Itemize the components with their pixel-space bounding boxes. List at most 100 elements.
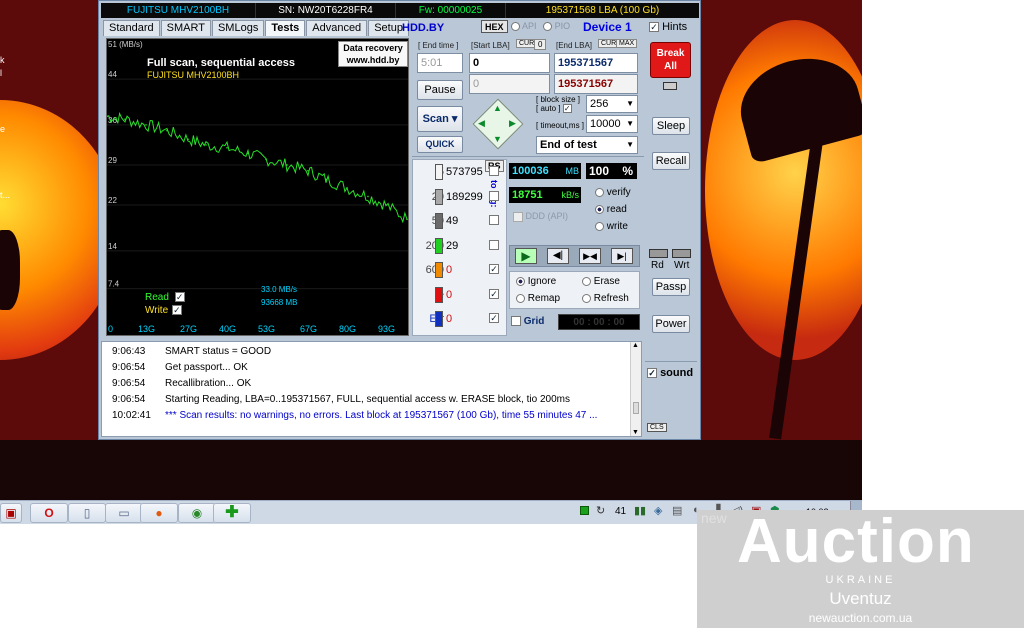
auction-watermark: new Auction UKRAINE Uventuz newauction.c… [697, 507, 1024, 628]
x-tick-label: 27G [180, 324, 197, 334]
read-option[interactable]: read [595, 204, 627, 215]
firefox-icon[interactable]: ● [140, 503, 178, 523]
legend-row: 5049 [413, 211, 508, 233]
grid-option[interactable]: Grid [511, 316, 544, 327]
desktop-icon-label[interactable]: l [0, 68, 2, 78]
read-speed-line [107, 111, 408, 224]
skip-end-icon[interactable]: ▶| [611, 248, 633, 264]
device-selector[interactable]: Device 1 [583, 20, 632, 34]
desktop-icon-label[interactable]: t... [0, 190, 10, 200]
tab-tests[interactable]: Tests [265, 20, 306, 36]
tray-sync-icon[interactable]: ↻ [596, 504, 605, 517]
legend-row: 20029 [413, 236, 508, 258]
quick-button[interactable]: QUICK [417, 136, 463, 153]
pause-button[interactable]: Pause [417, 80, 463, 100]
event-log: 9:06:43 SMART status = GOOD 9:06:54 Get pas… [101, 341, 642, 437]
log-entry: 10:02:41 *** Scan results: no warnings, n… [102, 408, 627, 424]
app-icon[interactable]: ▣ [0, 503, 22, 523]
erase-option[interactable]: Erase [582, 276, 620, 287]
graph-position-readout: 93668 MB [261, 298, 298, 307]
tab-smart[interactable]: SMART [160, 20, 211, 36]
chevron-down-icon: ▼ [626, 140, 634, 149]
end-lba-label: [End LBA] [556, 41, 593, 50]
end-time-label: [ End time ] [418, 41, 459, 50]
ddd-option[interactable]: DDD (API) [513, 211, 568, 222]
break-all-button[interactable]: Break All [650, 42, 691, 78]
read-checkbox[interactable]: ✓ [174, 292, 185, 303]
end-max-button[interactable]: MAX [616, 39, 638, 48]
y-tick-label: 29 [108, 156, 117, 165]
data-recovery-badge[interactable]: Data recovery www.hdd.by [338, 41, 408, 67]
ignore-option[interactable]: Ignore [516, 276, 556, 287]
play-icon[interactable]: ▶ [515, 248, 537, 264]
hints-checkbox[interactable]: ✓ [649, 22, 659, 33]
log-checkbox[interactable] [489, 190, 499, 201]
arrow-up-icon[interactable]: ▲ [493, 103, 502, 113]
tray-shield-icon[interactable]: ◈ [654, 504, 662, 517]
scroll-up-icon[interactable]: ▲ [632, 342, 639, 349]
status-led [663, 82, 677, 90]
write-option[interactable]: write [595, 221, 628, 232]
mb-counter: 100036 MB [509, 163, 581, 179]
api-radio[interactable] [511, 22, 520, 32]
auto-checkbox[interactable]: ✓ [562, 104, 572, 114]
arrow-down-icon[interactable]: ▼ [493, 134, 502, 144]
scan-button[interactable]: Scan ▾ [417, 106, 463, 132]
log-checkbox[interactable] [489, 166, 499, 176]
verify-option[interactable]: verify [595, 187, 631, 198]
remap-option[interactable]: Remap [516, 293, 560, 304]
read-speed-point [325, 178, 327, 181]
read-toggle: Read ✓ [145, 292, 185, 303]
tab-advanced[interactable]: Advanced [306, 20, 368, 36]
arrow-left-icon[interactable]: ◀ [478, 118, 485, 129]
sound-option[interactable]: ✓ sound [647, 367, 693, 379]
power-button[interactable]: Power [652, 315, 690, 333]
end-time-field[interactable]: 5:01 [417, 53, 463, 73]
sleep-button[interactable]: Sleep [652, 117, 690, 135]
log-checkbox[interactable] [489, 215, 499, 225]
chrome-icon[interactable]: ◉ [178, 503, 216, 523]
start-zero-button[interactable]: 0 [534, 39, 547, 50]
tray-device-icon[interactable]: ▤ [672, 504, 682, 517]
write-checkbox[interactable]: ✓ [171, 305, 182, 316]
read-speed-point [367, 195, 369, 198]
end-lba-field[interactable]: 195371567 [554, 53, 638, 73]
log-message: *** Scan results: no warnings, no errors… [165, 410, 598, 421]
opera-icon[interactable]: O [30, 503, 68, 523]
timeout-field[interactable]: 10000 ▼ [586, 115, 638, 133]
pio-radio[interactable] [543, 22, 553, 32]
api-label: API [522, 21, 537, 31]
tray-bars-icon[interactable]: ▮▮ [634, 504, 646, 517]
log-checkbox[interactable]: ✓ [489, 264, 499, 274]
end-action-select[interactable]: End of test ▼ [536, 136, 638, 154]
log-checkbox[interactable]: ✓ [489, 288, 499, 299]
hex-button[interactable]: HEX [481, 20, 508, 33]
start-lba-field[interactable]: 0 [469, 53, 550, 73]
tab-smlogs[interactable]: SMLogs [211, 20, 265, 36]
victoria-taskbar-icon[interactable]: ✚ [213, 503, 251, 523]
write-led [672, 249, 691, 258]
desktop-icon-label[interactable]: e [0, 124, 5, 134]
tab-standard[interactable]: Standard [103, 20, 160, 36]
scroll-down-icon[interactable]: ▼ [632, 429, 639, 436]
graph-title: Full scan, sequential access [147, 57, 295, 69]
back-icon[interactable]: ◀| [547, 248, 569, 264]
scroll-thumb[interactable] [633, 402, 639, 414]
desktop-icon-label[interactable]: k [0, 55, 5, 65]
log-checkbox[interactable] [489, 239, 499, 250]
log-message: Starting Reading, LBA=0..195371567, FULL… [165, 394, 570, 405]
log-checkbox[interactable]: ✓ [489, 313, 499, 323]
log-scrollbar[interactable]: ▲ ▼ [630, 342, 641, 436]
tray-green-icon[interactable] [580, 506, 589, 515]
arrow-right-icon[interactable]: ▶ [509, 118, 516, 129]
file-icon[interactable]: ▯ [68, 503, 106, 523]
refresh-option[interactable]: Refresh [582, 293, 629, 304]
clear-log-button[interactable]: CLS [647, 423, 667, 432]
passport-button[interactable]: Passp [652, 278, 690, 296]
step-back-icon[interactable]: ▶◀ [579, 248, 601, 264]
badge-line2: www.hdd.by [346, 55, 400, 65]
block-size-select[interactable]: 256 ▼ [586, 95, 638, 113]
recall-button[interactable]: Recall [652, 152, 690, 170]
site-link[interactable]: HDD.BY [402, 22, 444, 34]
keyboard-icon[interactable]: ▭ [105, 503, 143, 523]
